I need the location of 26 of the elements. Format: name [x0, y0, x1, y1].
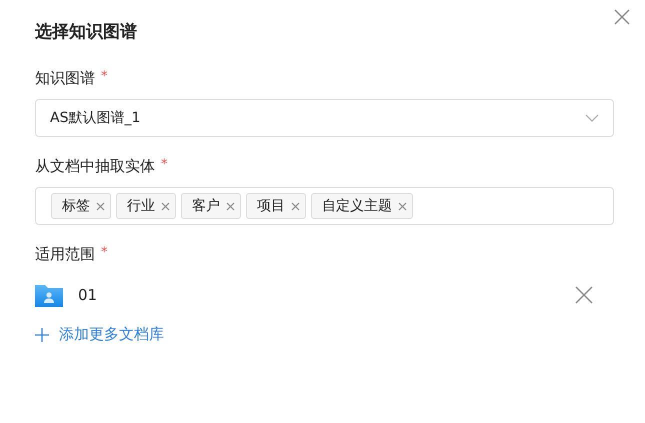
close-icon[interactable]	[614, 9, 630, 25]
chevron-down-icon	[585, 114, 599, 122]
plus-icon	[35, 328, 49, 342]
field-label: 适用范围	[35, 245, 95, 264]
entity-tags-field[interactable]: 标签 行业 客户 项目 自定义主题	[35, 187, 614, 225]
dialog-title: 选择知识图谱	[35, 21, 138, 43]
tag-label: 项目	[257, 197, 285, 215]
tag-label: 自定义主题	[322, 197, 392, 215]
remove-icon[interactable]	[161, 202, 170, 210]
required-mark: *	[161, 157, 168, 174]
required-mark: *	[101, 69, 108, 86]
tag-label: 行业	[127, 197, 155, 215]
remove-icon[interactable]	[226, 202, 235, 210]
tag-label: 客户	[192, 197, 220, 215]
folder-user-icon	[35, 283, 63, 307]
remove-icon[interactable]	[398, 202, 407, 210]
tag-label: 标签	[62, 197, 90, 215]
remove-icon[interactable]	[291, 202, 300, 210]
required-mark: *	[101, 245, 108, 262]
remove-icon[interactable]	[96, 202, 105, 210]
add-library-link[interactable]: 添加更多文档库	[35, 325, 614, 344]
field-label: 知识图谱	[35, 69, 95, 88]
field-label: 从文档中抽取实体	[35, 157, 155, 176]
remove-icon[interactable]	[575, 286, 593, 304]
library-name: 01	[78, 286, 98, 304]
graph-select[interactable]: AS默认图谱_1	[35, 99, 614, 137]
